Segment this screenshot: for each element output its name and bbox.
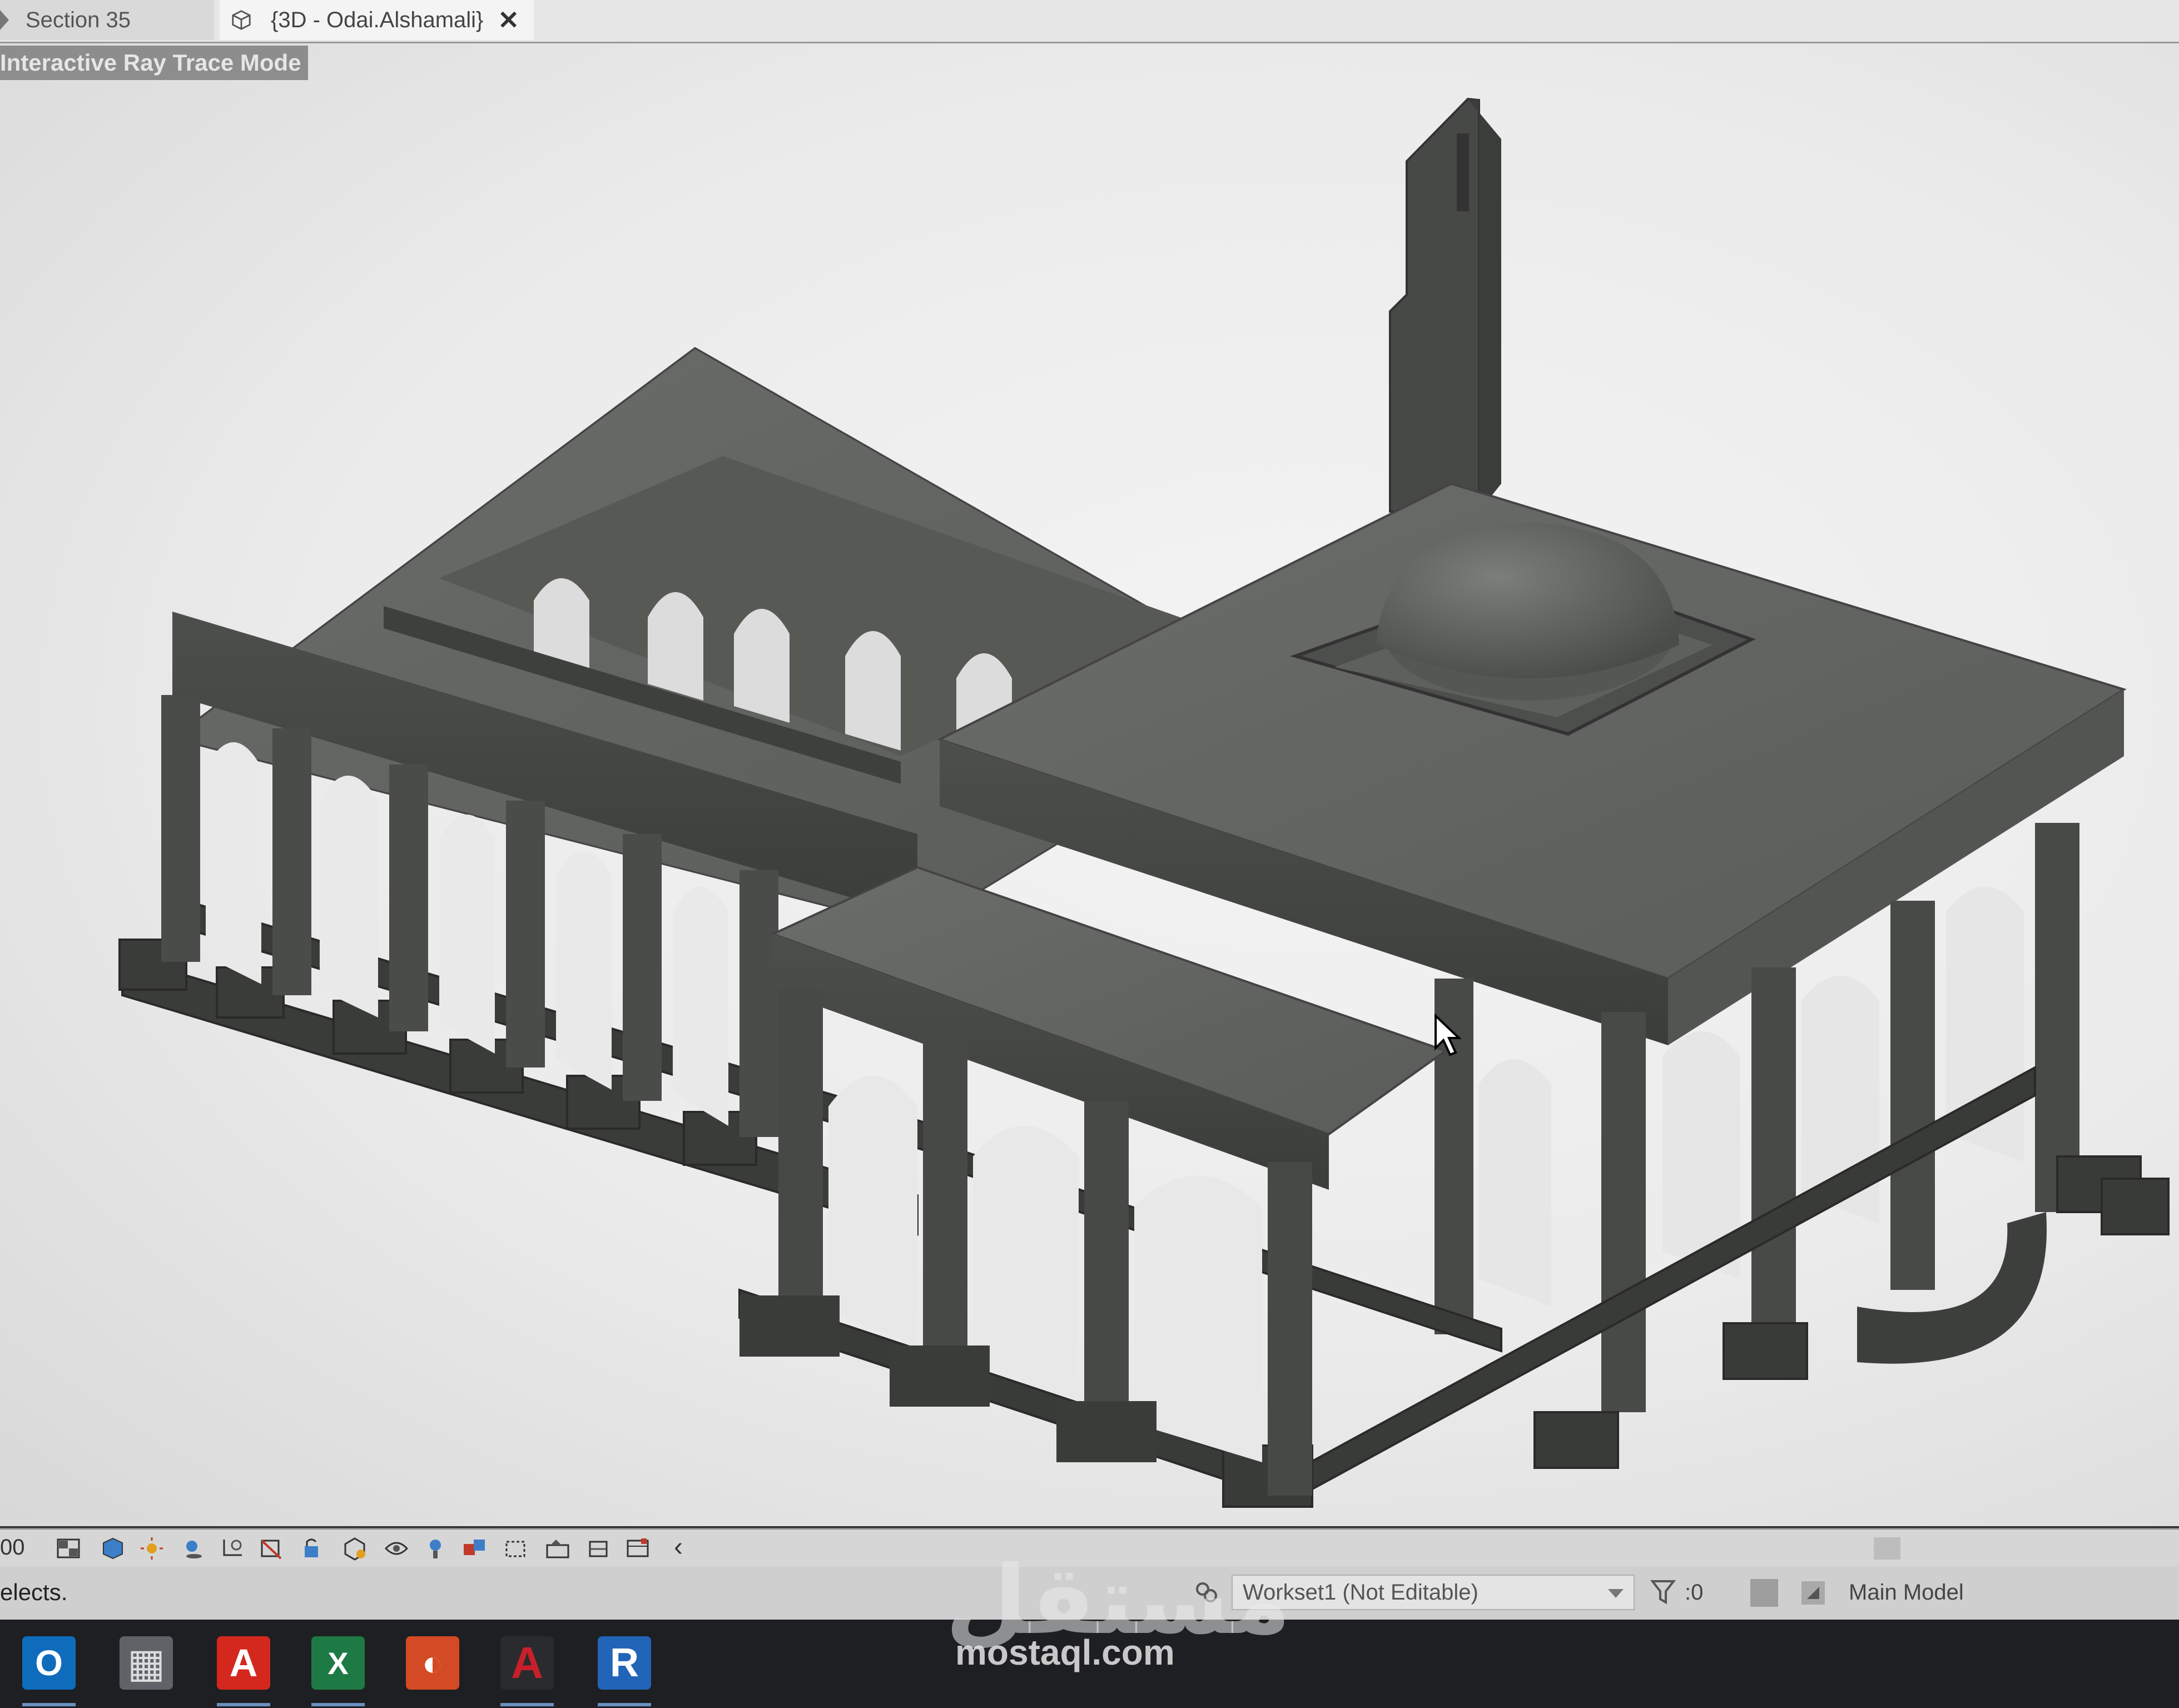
tab-section-35[interactable]: Section 35 — [0, 0, 214, 40]
visual-style-icon[interactable] — [100, 1536, 126, 1561]
chevron-down-icon[interactable] — [1608, 1589, 1624, 1598]
minaret — [1389, 97, 1501, 513]
watermark-latin: mostaql.com — [955, 1632, 1175, 1672]
sun-path-icon[interactable] — [139, 1536, 165, 1561]
show-crop-icon[interactable] — [259, 1536, 284, 1561]
mouse-cursor-icon — [1435, 1014, 1461, 1056]
editable-only-icon[interactable] — [1750, 1579, 1778, 1607]
collapse-toolbar-icon[interactable]: ‹ — [674, 1532, 683, 1562]
powerpoint-glyph: ◐ — [421, 1643, 444, 1683]
status-message: elects. — [0, 1579, 68, 1605]
render-mode-label: Interactive Ray Trace Mode — [0, 46, 308, 80]
crop-view-icon[interactable] — [220, 1536, 245, 1561]
workset-dropdown[interactable]: Workset1 (Not Editable) — [1232, 1575, 1635, 1610]
3d-view-icon — [232, 10, 251, 30]
excel-app-icon[interactable]: X — [311, 1636, 365, 1690]
reveal-hidden-icon[interactable] — [384, 1536, 409, 1561]
detail-level-icon[interactable] — [56, 1536, 81, 1561]
outlook-app-icon[interactable]: O — [22, 1636, 76, 1690]
autocad-app-icon[interactable]: A — [500, 1636, 554, 1690]
calculator-app-icon[interactable]: ▦ — [120, 1636, 173, 1690]
3d-viewport[interactable]: Interactive Ray Trace Mode — [0, 43, 2179, 1526]
acrobat-glyph: A — [229, 1641, 258, 1685]
unlock-3d-icon[interactable] — [300, 1536, 326, 1561]
horizontal-scrollbar-thumb[interactable] — [1874, 1537, 1900, 1560]
view-tab-bar: Section 35 {3D - Odai.Alshamali} ✕ — [0, 0, 2179, 43]
worksharing-display-icon[interactable] — [461, 1536, 487, 1561]
active-app-indicator — [311, 1703, 365, 1706]
highlight-displacement-icon[interactable] — [545, 1536, 570, 1561]
temporary-properties-icon[interactable] — [423, 1536, 448, 1561]
tab-3d-view-label: {3D - Odai.Alshamali} — [271, 7, 484, 32]
tab-scroll-icon[interactable] — [0, 10, 9, 30]
active-app-indicator — [217, 1703, 270, 1706]
design-option-value[interactable]: Main Model — [1849, 1580, 1964, 1605]
outlook-glyph: O — [35, 1643, 63, 1683]
tab-3d-view[interactable]: {3D - Odai.Alshamali} ✕ — [220, 0, 534, 40]
active-app-indicator — [22, 1703, 76, 1706]
reveal-constraints-icon[interactable] — [587, 1536, 612, 1561]
temporary-hide-icon[interactable] — [342, 1536, 368, 1561]
render-icon[interactable] — [626, 1536, 651, 1561]
active-app-indicator — [500, 1703, 554, 1706]
scale-value[interactable]: 00 — [0, 1535, 25, 1560]
tab-section-35-label: Section 35 — [26, 7, 131, 32]
active-app-indicator — [598, 1703, 651, 1706]
revit-app-icon[interactable]: R — [598, 1636, 651, 1690]
excel-glyph: X — [327, 1645, 349, 1681]
front-portico — [739, 866, 1448, 1496]
autocad-glyph: A — [511, 1638, 543, 1687]
design-options-icon[interactable] — [1799, 1579, 1827, 1607]
powerpoint-app-icon[interactable]: ◐ — [406, 1636, 459, 1690]
acrobat-app-icon[interactable]: A — [217, 1636, 270, 1690]
calculator-glyph: ▦ — [127, 1641, 166, 1686]
filter-icon[interactable] — [1650, 1578, 1676, 1606]
mosque-3d-model — [118, 97, 2170, 1508]
revit-glyph: R — [610, 1641, 639, 1685]
analytical-model-icon[interactable] — [503, 1536, 529, 1561]
selection-filter-count: :0 — [1685, 1580, 1704, 1605]
shadows-icon[interactable] — [181, 1536, 206, 1561]
close-icon[interactable]: ✕ — [498, 5, 519, 35]
